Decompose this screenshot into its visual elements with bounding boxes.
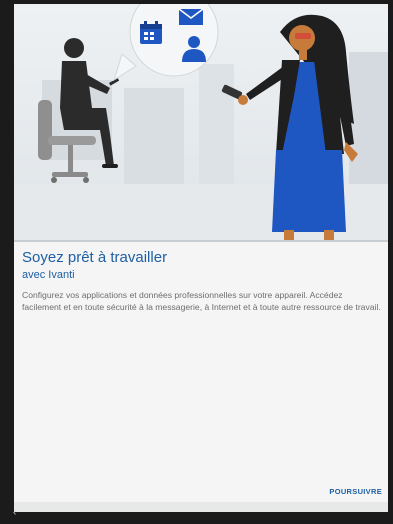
continue-button[interactable]: POURSUIVRE: [327, 485, 384, 498]
navigation-bar: [14, 502, 388, 512]
app-screen: Soyez prêt à travailler avec Ivanti Conf…: [14, 4, 388, 512]
section-divider: [14, 240, 388, 242]
back-icon[interactable]: ‹: [13, 508, 16, 518]
mail-icon: [178, 8, 204, 25]
background-panel: [124, 88, 184, 198]
calendar-icon: [140, 21, 162, 44]
hero-illustration: [14, 4, 388, 240]
page-subtitle: avec Ivanti: [22, 269, 75, 281]
page-title: Soyez prêt à travailler: [22, 249, 168, 266]
description-text: Configurez vos applications et données p…: [22, 290, 381, 312]
background-panel: [349, 52, 388, 202]
